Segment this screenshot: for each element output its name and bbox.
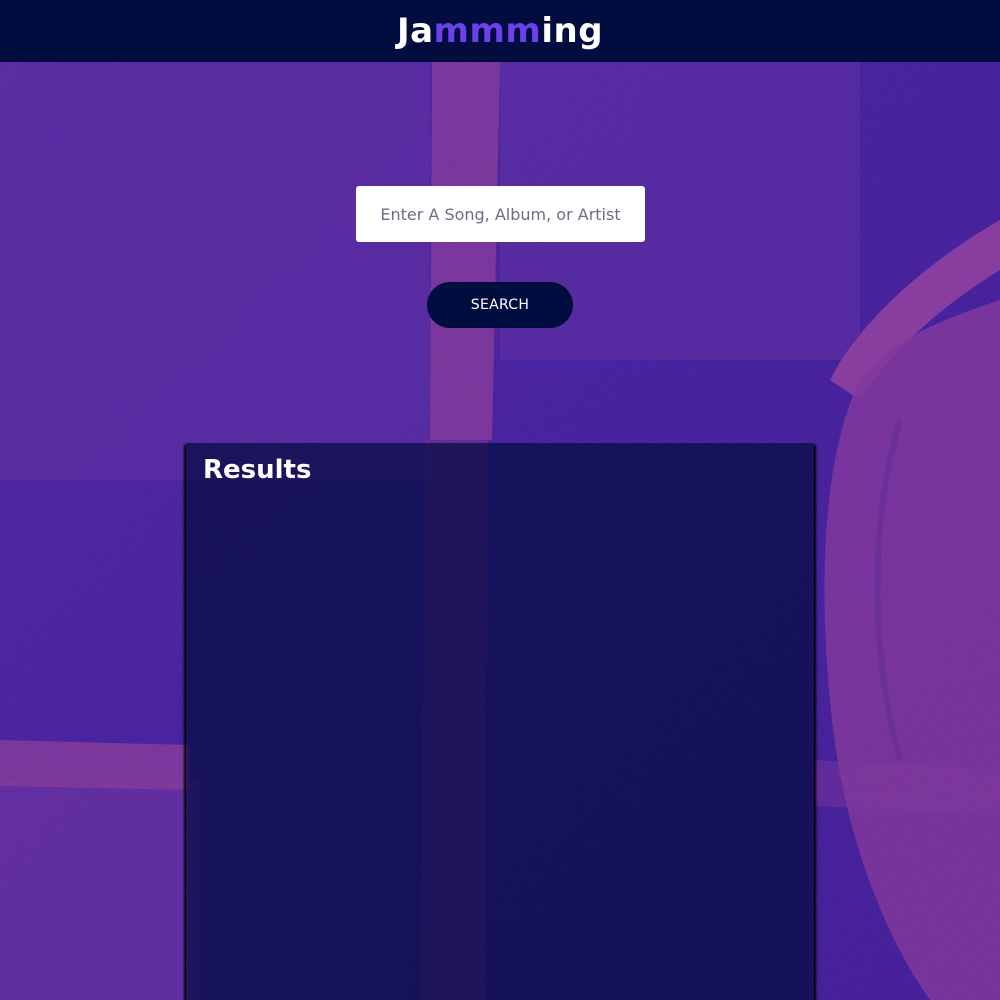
- logo-prefix: Ja: [396, 11, 434, 51]
- app-page: Jammming SEARCH Results: [0, 0, 1000, 1000]
- logo-suffix: ing: [541, 11, 604, 51]
- app-logo: Jammming: [397, 14, 603, 48]
- search-button[interactable]: SEARCH: [427, 282, 573, 328]
- logo-accent: mmm: [433, 11, 542, 51]
- app-header: Jammming: [0, 0, 1000, 62]
- results-panel: Results: [186, 443, 814, 1000]
- search-input[interactable]: [356, 186, 645, 242]
- results-title: Results: [203, 455, 312, 485]
